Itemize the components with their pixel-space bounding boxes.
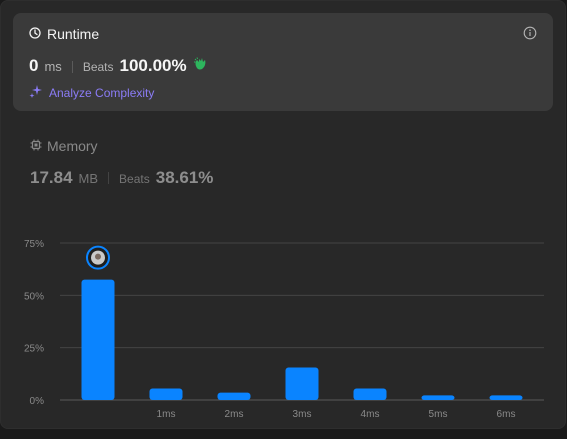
- x-tick-label: 4ms: [361, 409, 380, 420]
- x-tick-label: 2ms: [225, 409, 244, 420]
- y-tick-label: 50%: [24, 291, 44, 302]
- histogram-bar[interactable]: [149, 388, 183, 400]
- runtime-distribution-chart[interactable]: 0% 25% 50% 75% 1ms 2ms 3ms 4ms 5ms 6ms: [0, 0, 567, 439]
- x-tick-label: 5ms: [429, 409, 448, 420]
- histogram-bar[interactable]: [489, 395, 523, 400]
- histogram-bar[interactable]: [81, 279, 115, 400]
- histogram-bar[interactable]: [353, 388, 387, 400]
- x-tick-label: 1ms: [157, 409, 176, 420]
- your-submission-avatar[interactable]: [86, 245, 110, 270]
- y-tick-label: 0%: [30, 396, 45, 407]
- y-tick-label: 25%: [24, 344, 44, 355]
- histogram-bar[interactable]: [285, 367, 319, 400]
- histogram-bar[interactable]: [421, 395, 455, 400]
- submission-stats-panel: Runtime 0 ms Beats 100.00% Analyze Compl…: [0, 0, 566, 429]
- histogram-bar[interactable]: [217, 392, 251, 400]
- y-tick-label: 75%: [24, 239, 44, 250]
- x-tick-label: 6ms: [497, 409, 516, 420]
- x-tick-label: 3ms: [293, 409, 312, 420]
